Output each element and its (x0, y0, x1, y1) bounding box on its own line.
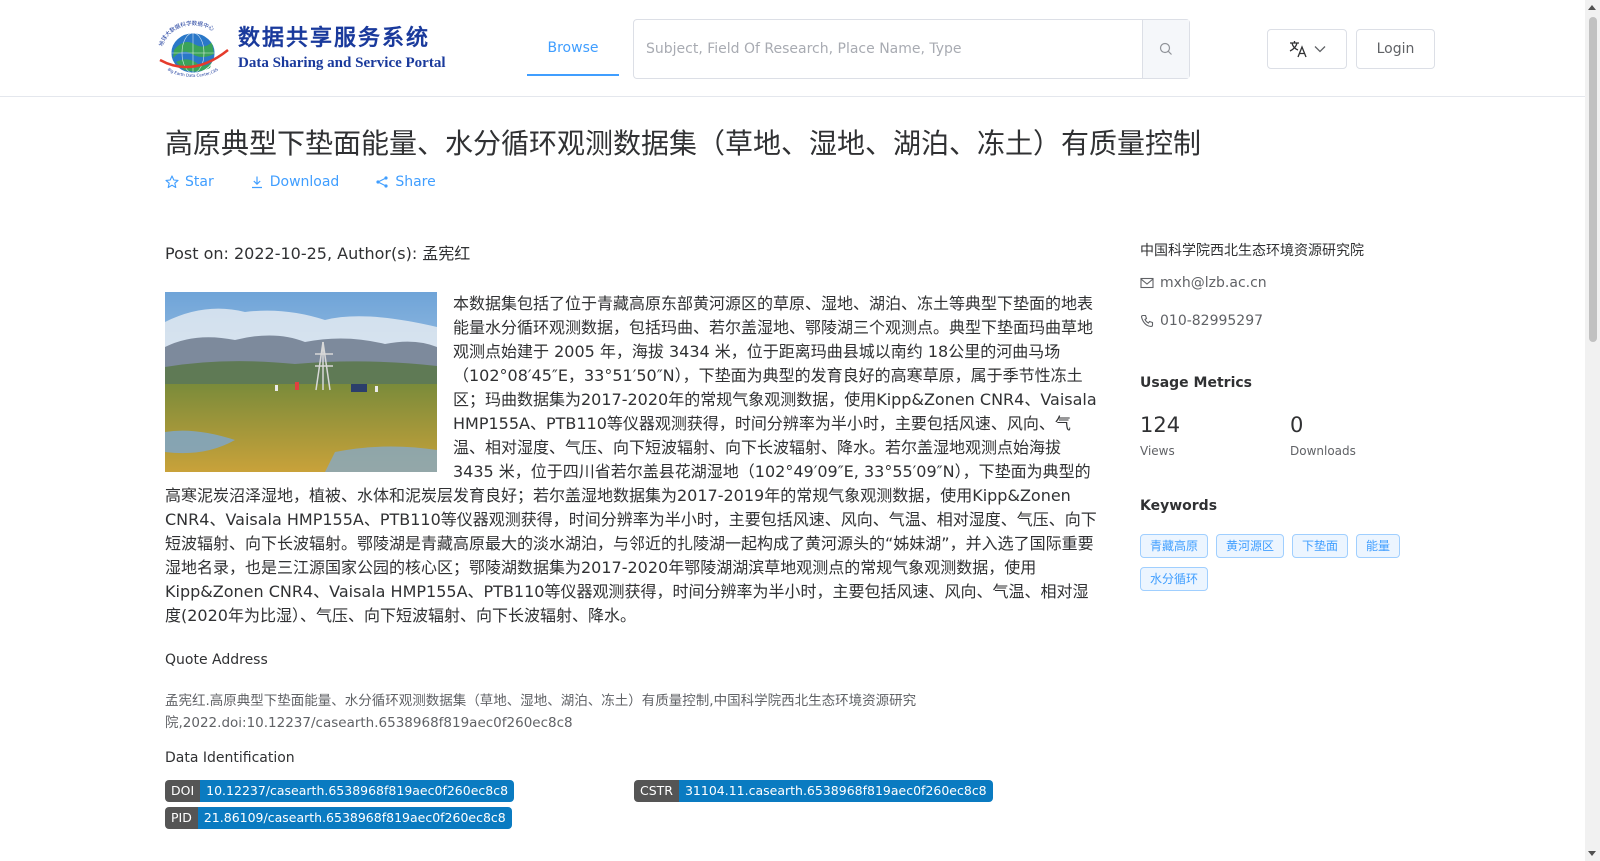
page-title: 高原典型下垫面能量、水分循环观测数据集（草地、湿地、湖泊、冻土）有质量控制 (165, 127, 1202, 160)
search-button[interactable] (1142, 20, 1189, 78)
chevron-down-icon (1314, 46, 1326, 53)
download-label: Download (269, 174, 340, 190)
language-switch-button[interactable] (1267, 29, 1347, 69)
page-scrollbar[interactable] (1585, 0, 1600, 861)
download-button[interactable]: Download (250, 172, 340, 192)
nav-browse[interactable]: Browse (527, 28, 619, 76)
star-button[interactable]: Star (165, 172, 214, 192)
keyword-tag[interactable]: 下垫面 (1292, 534, 1349, 558)
keyword-list: 青藏高原 黄河源区 下垫面 能量 水分循环 (1140, 534, 1420, 591)
cstr-badge[interactable]: CSTR 31104.11.casearth.6538968f819aec0f2… (634, 780, 993, 802)
pid-badge[interactable]: PID 21.86109/casearth.6538968f819aec0f26… (165, 807, 512, 829)
header: 地球大数据科学数据中心 Big Earth Data Center,CAS 数据… (0, 0, 1585, 97)
scroll-thumb[interactable] (1589, 17, 1597, 342)
share-label: Share (395, 174, 436, 190)
download-icon (251, 176, 262, 189)
translate-icon (1289, 41, 1307, 58)
mail-icon (1140, 277, 1154, 289)
star-label: Star (185, 174, 214, 190)
usage-metrics-title: Usage Metrics (1140, 375, 1252, 391)
scroll-up-arrow[interactable] (1588, 5, 1596, 10)
logo-title-en: Data Sharing and Service Portal (238, 55, 446, 71)
scroll-down-arrow[interactable] (1588, 851, 1596, 856)
search-bar (633, 19, 1190, 79)
contact-phone: 010-82995297 (1140, 313, 1263, 329)
organization-name: 中国科学院西北生态环境资源研究院 (1140, 243, 1364, 259)
doi-badge[interactable]: DOI 10.12237/casearth.6538968f819aec0f26… (165, 780, 515, 802)
keyword-tag[interactable]: 能量 (1356, 534, 1401, 558)
share-button[interactable]: Share (375, 172, 436, 192)
keyword-tag[interactable]: 黄河源区 (1216, 534, 1285, 558)
site-logo[interactable]: 地球大数据科学数据中心 Big Earth Data Center,CAS 数据… (154, 19, 446, 78)
login-button[interactable]: Login (1356, 29, 1435, 69)
dataset-actions: Star Download Share (165, 172, 472, 192)
phone-icon (1140, 314, 1154, 328)
share-icon (376, 176, 388, 188)
quote-address-text: 孟宪红.高原典型下垫面能量、水分循环观测数据集（草地、湿地、湖泊、冻土）有质量控… (165, 693, 917, 731)
quote-address-label: Quote Address (165, 652, 268, 668)
keyword-tag[interactable]: 水分循环 (1140, 567, 1209, 591)
contact-email[interactable]: mxh@lzb.ac.cn (1140, 275, 1267, 291)
logo-title-cn: 数据共享服务系统 (238, 26, 431, 51)
dataset-description: 本数据集包括了位于青藏高原东部黄河源区的草原、湿地、湖泊、冻土等典型下垫面的地表… (165, 292, 1100, 628)
dataset-photo (165, 292, 437, 472)
star-icon (165, 175, 179, 189)
data-identification-label: Data Identification (165, 750, 295, 766)
views-metric: 124 Views (1140, 413, 1181, 458)
search-input[interactable] (634, 20, 1142, 78)
globe-logo-icon: 地球大数据科学数据中心 Big Earth Data Center,CAS (154, 19, 232, 78)
search-icon (1159, 42, 1172, 55)
keywords-title: Keywords (1140, 498, 1218, 514)
keyword-tag[interactable]: 青藏高原 (1140, 534, 1209, 558)
downloads-metric: 0 Downloads (1290, 413, 1356, 458)
post-meta: Post on: 2022-10-25, Author(s): 孟宪红 (165, 244, 471, 263)
